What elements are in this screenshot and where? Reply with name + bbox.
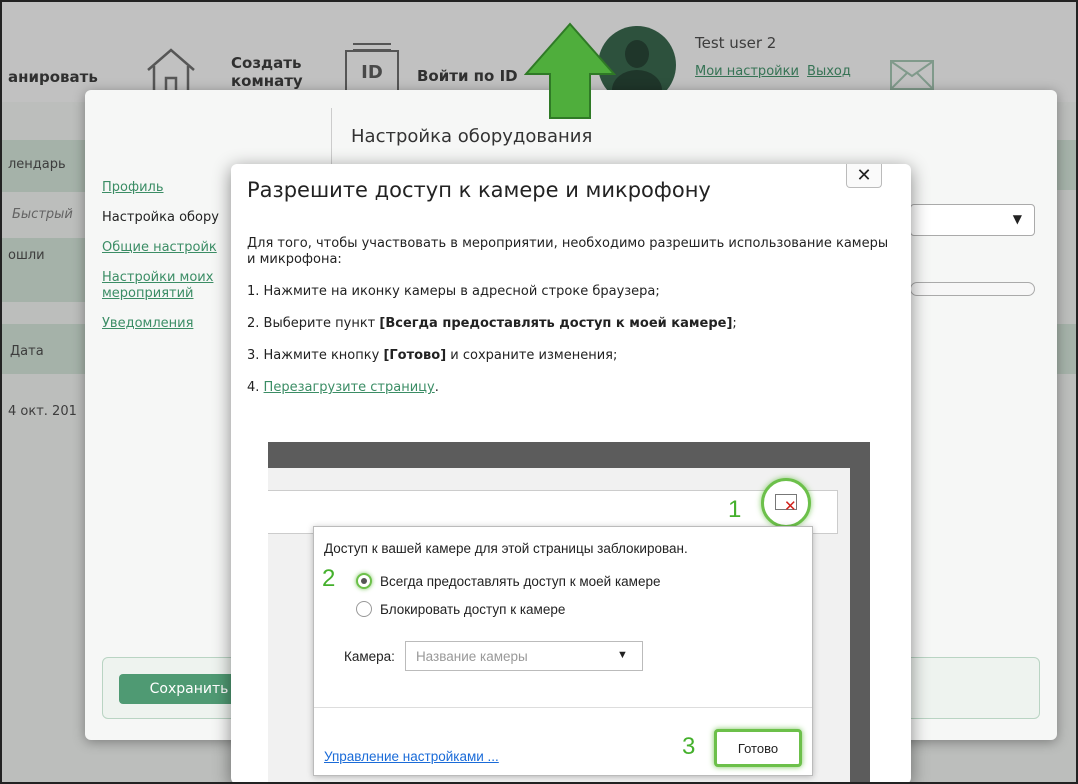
camera-blocked-icon: [775, 494, 797, 515]
radio-block-label: Блокировать доступ к камере: [380, 601, 566, 617]
step-2-option: [Всегда предоставлять доступ к моей каме…: [379, 316, 733, 331]
popup-divider: [314, 707, 812, 708]
camera-label: Камера:: [344, 648, 395, 664]
device-select[interactable]: [910, 204, 1035, 236]
settings-nav: Профиль Настройка обору Общие настройк Н…: [102, 180, 232, 346]
step-3-button-name: [Готово]: [383, 348, 447, 363]
radio-allow: [356, 573, 372, 589]
step-4-prefix: 4.: [247, 380, 264, 395]
camera-select: Название камеры: [404, 641, 643, 671]
manage-settings-link: Управление настройками ...: [324, 749, 499, 764]
arrow-up-icon: [524, 22, 616, 119]
step-3-suffix: и сохраните изменения;: [446, 348, 618, 363]
camera-permission-popup: Доступ к вашей камере для этой страницы …: [313, 526, 813, 776]
browser-mock: 1 Доступ к вашей камере для этой страниц…: [268, 468, 850, 782]
close-button[interactable]: ✕: [846, 164, 882, 188]
settings-nav-equipment[interactable]: Настройка обору: [102, 210, 232, 226]
reload-page-link[interactable]: Перезагрузите страницу: [264, 380, 435, 395]
close-icon: ✕: [856, 165, 872, 186]
step-3-prefix: 3. Нажмите кнопку: [247, 348, 384, 363]
settings-nav-my-events[interactable]: Настройки моих мероприятий: [102, 270, 232, 302]
settings-nav-general[interactable]: Общие настройк: [102, 240, 232, 256]
radio-block-row: Блокировать доступ к камере: [356, 601, 565, 617]
settings-nav-profile[interactable]: Профиль: [102, 180, 232, 196]
permission-dialog: Разрешите доступ к камере и микрофону ✕ …: [231, 164, 911, 782]
permission-intro: Для того, чтобы участвовать в мероприяти…: [247, 236, 889, 267]
volume-slider[interactable]: [910, 282, 1035, 296]
done-button-mock: Готово: [714, 729, 802, 767]
permission-instructions: Для того, чтобы участвовать в мероприяти…: [247, 236, 897, 412]
step-number-2: 2: [322, 565, 336, 592]
settings-title: Настройка оборудования: [351, 126, 593, 147]
camera-select-value: Название камеры: [415, 648, 528, 664]
step-number-3: 3: [682, 733, 696, 760]
camera-blocked-indicator: [761, 478, 811, 528]
step-2-suffix: ;: [732, 316, 737, 331]
radio-block: [356, 601, 372, 617]
step-4: 4. Перезагрузите страницу.: [247, 380, 897, 396]
step-2: 2. Выберите пункт [Всегда предоставлять …: [247, 316, 897, 332]
step-2-prefix: 2. Выберите пункт: [247, 316, 380, 331]
step-4-suffix: .: [434, 380, 439, 395]
step-number-1: 1: [728, 496, 742, 523]
settings-nav-notifications[interactable]: Уведомления: [102, 316, 232, 332]
instruction-image: 1 Доступ к вашей камере для этой страниц…: [268, 442, 870, 782]
screen: анировать Создать комнату ID Войти по ID…: [0, 0, 1078, 784]
step-3: 3. Нажмите кнопку [Готово] и сохраните и…: [247, 348, 897, 364]
camera-row: Камера: Название камеры: [344, 641, 643, 671]
radio-allow-label: Всегда предоставлять доступ к моей камер…: [380, 573, 661, 589]
permission-title: Разрешите доступ к камере и микрофону: [247, 178, 711, 202]
radio-allow-row: Всегда предоставлять доступ к моей камер…: [356, 573, 660, 589]
blocked-message: Доступ к вашей камере для этой страницы …: [324, 541, 688, 556]
step-1: 1. Нажмите на иконку камеры в адресной с…: [247, 284, 660, 299]
